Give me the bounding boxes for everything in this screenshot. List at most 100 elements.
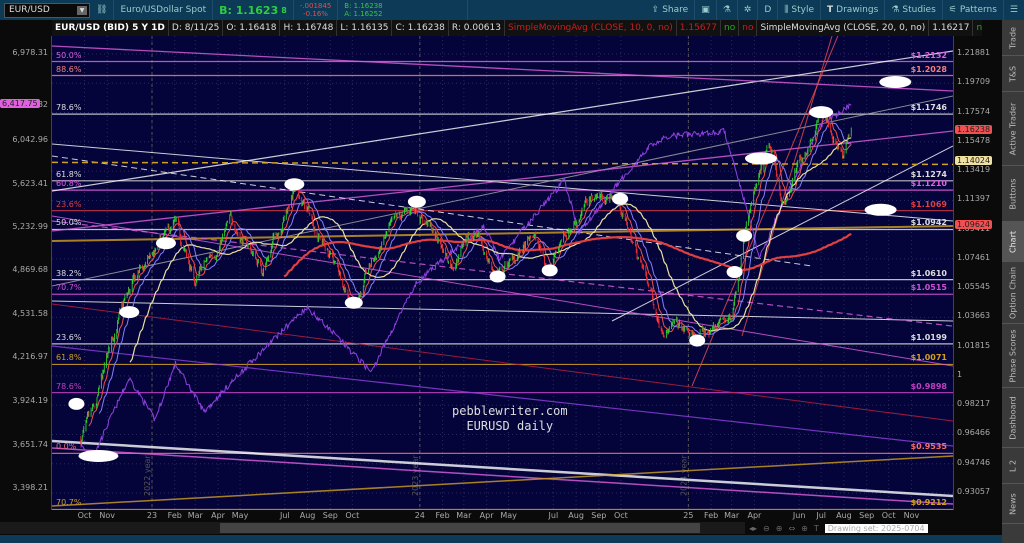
right-axis-tick: 0.93057 [957,487,991,496]
zoom-in-icon[interactable]: ⊕ [776,524,783,533]
pivot-marker [68,397,85,410]
time-axis-label: Apr [747,511,762,520]
scrollbar-thumb[interactable] [220,523,700,533]
fib-price-label: $1.1746 [910,103,947,113]
fib-price-label: $0.9535 [910,442,947,452]
time-axis-label: Sep [591,511,607,520]
style-button[interactable]: ⫼ Style [778,0,822,20]
left-axis-tick: 4,869.68 [12,265,48,275]
share-icon: ⇪ [651,5,660,15]
time-axis-label: Jul [816,511,826,520]
link-icon[interactable]: ⛓ [90,0,115,20]
right-axis-tick: 1.01815 [957,340,991,350]
menu-icon: ☰ [1009,5,1018,15]
period-label: D [764,5,772,15]
time-axis-label: Apr [211,511,225,520]
sidebar-tab-label: Trade [1008,26,1018,49]
right-axis-tick: 1.05545 [957,282,991,292]
time-axis-label: Mar [187,511,203,520]
chevron-down-icon[interactable]: ▼ [77,5,87,15]
left-price-axis: 6,978.316,403.826,042.965,623.415,232.99… [0,36,52,510]
sidebar-tab-label: Buttons [1008,178,1018,209]
sidebar-tab-buttons[interactable]: Buttons [1002,166,1024,222]
pivot-marker [119,306,140,319]
crosshair-icon[interactable]: ⊕ [801,524,808,533]
sidebar-tab-chart[interactable]: Chart [1002,222,1024,262]
drawings-button[interactable]: T Drawings [821,0,886,20]
studies-button[interactable]: ⚗ Studies [885,0,943,20]
time-axis-label: 24 [414,511,425,520]
net-change: -.001845 [299,2,332,10]
zoom-out-icon[interactable]: ⊖ [763,524,770,533]
symbol-description: Euro/USDollar Spot [114,0,214,20]
bar-date: D: 8/11/25 [169,20,224,36]
percent-change: -0.16% [303,10,328,18]
pivot-marker [155,237,176,250]
left-axis-tick: 6,978.31 [12,48,48,57]
bid-price-fraction: 8 [281,5,287,15]
left-axis-tick: 3,398.21 [12,483,48,492]
pivot-marker [736,229,753,242]
fib-percent-label: 60.8% [56,179,82,189]
sma20-study[interactable]: SimpleMovingAvg (CLOSE, 20, 0, no) [757,20,930,36]
bid-quote: B: 1.16238 [344,2,383,10]
time-axis-label: Aug [836,511,852,520]
sidebar-tab-label: News [1008,492,1018,515]
sidebar-tab-option-chain[interactable]: Option Chain [1002,262,1024,324]
time-axis-label: Oct [881,511,896,520]
sma10-study[interactable]: SimpleMovingAvg (CLOSE, 10, 0, no) [505,20,677,36]
sidebar-tab-active-trader[interactable]: Active Trader [1002,92,1024,166]
pivot-marker [612,192,629,205]
price-chart[interactable]: 2022 year 2023 year 2024 year pebblewriter… [52,36,953,510]
fib-price-label: $1.2132 [910,50,947,60]
sidebar-tab-trade[interactable]: Trade [1002,20,1024,56]
bar-open: O: 1.16418 [223,20,281,36]
fib-percent-label: 23.6% [56,199,82,209]
scroll-arrows-icon[interactable]: ◂▸ [749,524,757,533]
sidebar-tab-news[interactable]: News [1002,484,1024,524]
fib-price-label: $1.0071 [910,353,947,363]
patterns-button[interactable]: ⚟ Patterns [943,0,1004,20]
text-icon[interactable]: T [814,524,819,533]
gear-icon: ✲ [743,5,752,15]
left-axis-tick: 4,216.97 [12,352,48,362]
flask-button[interactable]: ⚗ [717,0,738,20]
alert-button[interactable]: ▣ [695,0,717,20]
time-axis-label: Oct [77,511,92,520]
time-axis-label: Oct [345,511,360,520]
overlay-price-badge: 6,417.75 [0,98,40,108]
flask-icon: ⚗ [722,5,731,15]
sidebar-tab-l-2[interactable]: L 2 [1002,448,1024,484]
symbol-selector[interactable]: EUR/USD ▼ [4,2,90,18]
sidebar-tab-dashboard[interactable]: Dashboard [1002,388,1024,448]
left-axis-tick: 4,531.58 [12,309,48,318]
sidebar-tab-label: Option Chain [1008,266,1018,319]
time-axis-label: Jul [548,511,559,520]
period-button[interactable]: D [758,0,779,20]
fit-icon[interactable]: ⇔ [788,524,795,533]
sidebar-tab-t-s[interactable]: T&S [1002,56,1024,92]
candle-icon: ⫼ [784,5,789,15]
time-axis-label: Feb [435,511,450,520]
right-axis-tick: 0.98217 [957,399,991,409]
time-axis-label: Aug [299,511,316,520]
share-button[interactable]: ⇪ Share [646,0,696,20]
bar-low: L: 1.16135 [337,20,393,36]
fib-price-label: $1.1210 [910,179,947,189]
sidebar-tab-label: Phase Scores [1008,328,1018,383]
settings-button[interactable]: ✲ [738,0,759,20]
menu-button[interactable]: ☰ [1004,0,1024,20]
sma10-flag: no [739,20,758,36]
drawing-set-selector[interactable]: Drawing set: 2025-0704 [824,523,928,533]
time-axis-label: May [231,511,249,520]
drawings-label: Drawings [836,5,879,15]
time-axis-label: Jul [279,511,290,520]
time-axis-label: Oct [613,511,628,520]
time-axis-label: Mar [724,511,740,520]
chart-scrollbar[interactable] [0,522,745,534]
sidebar-tab-phase-scores[interactable]: Phase Scores [1002,324,1024,388]
trendline [52,300,953,322]
fib-percent-label: 50.0% [56,218,82,228]
right-axis-tick: 1.17574 [957,106,991,116]
pivot-marker [489,270,506,283]
